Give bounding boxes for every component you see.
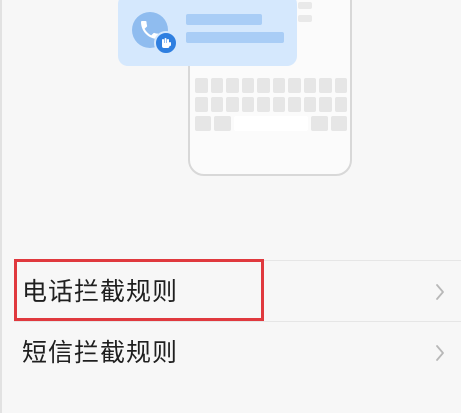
sms-interception-rules-label: 短信拦截规则 [22,338,179,367]
interception-illustration [0,0,461,180]
call-interception-rules-item[interactable]: 电话拦截规则 [0,261,461,322]
chevron-right-icon [436,345,444,361]
keyboard-illustration [195,78,348,135]
interception-settings-screen: 电话拦截规则 短信拦截规则 [0,0,461,413]
blocked-call-card [118,0,297,66]
chevron-right-icon [436,284,444,300]
hand-stop-icon [154,31,178,55]
caller-name-placeholder [186,14,262,25]
call-interception-rules-label: 电话拦截规则 [22,277,179,306]
phone-line [298,2,312,9]
caller-number-placeholder [186,32,284,43]
sms-interception-rules-item[interactable]: 短信拦截规则 [0,322,461,383]
phone-line [298,15,312,22]
